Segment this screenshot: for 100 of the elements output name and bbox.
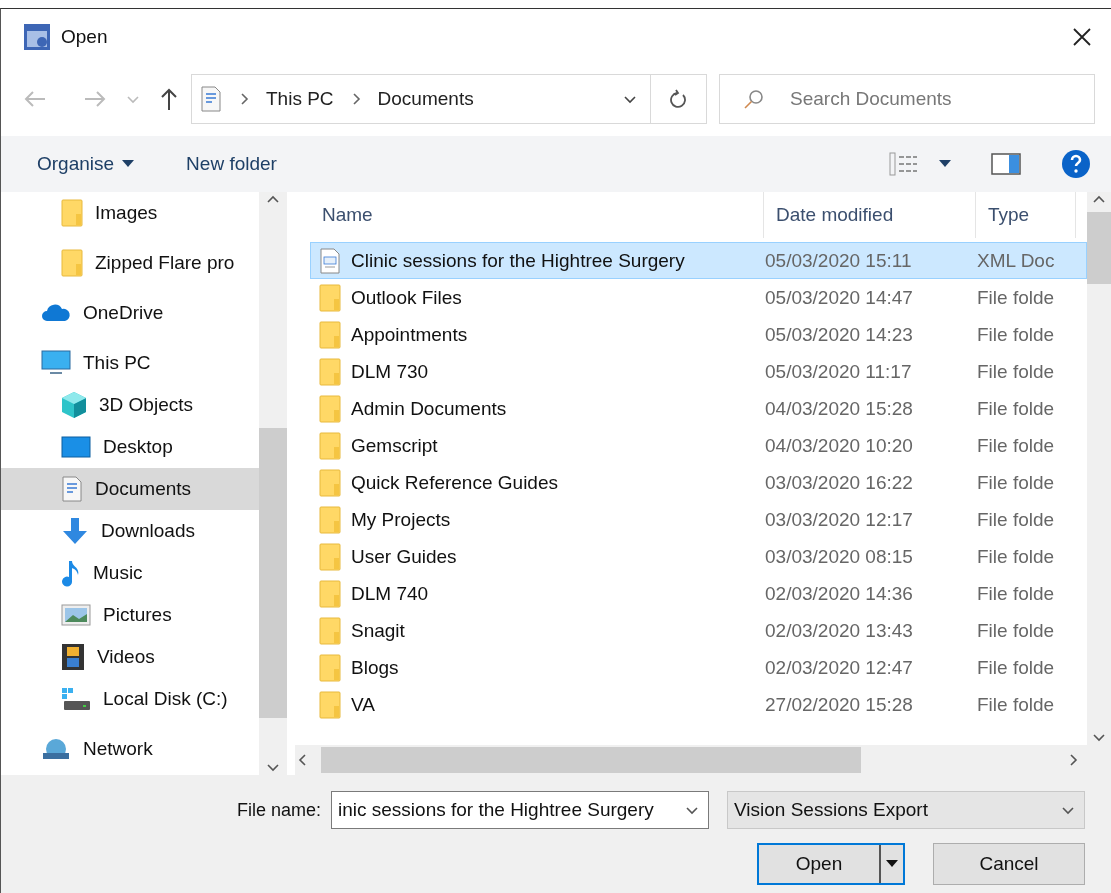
- folder-icon: [319, 283, 341, 312]
- network-icon: [41, 737, 71, 761]
- date-cell-text: 05/03/2020 14:47: [764, 286, 914, 309]
- folder-icon: [319, 431, 341, 460]
- sidebar-item[interactable]: OneDrive: [1, 292, 259, 334]
- sidebar-item[interactable]: This PC: [1, 342, 259, 384]
- dropdown-triangle-icon: [122, 160, 135, 168]
- monitor-icon: [41, 350, 71, 376]
- type-cell-text: File folde: [976, 545, 1056, 568]
- file-row[interactable]: Snagit 02/03/2020 13:43 File folde: [310, 612, 1087, 649]
- file-row[interactable]: DLM 740 02/03/2020 14:36 File folde: [310, 575, 1087, 612]
- preview-pane-button[interactable]: [991, 153, 1021, 175]
- file-name-cell: Admin Documents: [311, 394, 757, 423]
- up-button[interactable]: [159, 87, 179, 111]
- folder-icon: [319, 579, 341, 608]
- type-cell-text: File folde: [976, 619, 1056, 642]
- folder-icon: [61, 199, 83, 227]
- folder-icon: [319, 542, 341, 571]
- file-row[interactable]: Clinic sessions for the Hightree Surgery 05/03/2020 15:11 XML Doc: [310, 242, 1087, 279]
- help-icon: [1061, 149, 1091, 179]
- sidebar-item[interactable]: Downloads: [1, 510, 259, 552]
- sidebar-item[interactable]: Videos: [1, 636, 259, 678]
- file-name-cell: VA: [311, 690, 757, 719]
- organise-menu-button[interactable]: Organise: [31, 149, 141, 179]
- sidebar-item[interactable]: Music: [1, 552, 259, 594]
- file-row[interactable]: Blogs 02/03/2020 12:47 File folde: [310, 649, 1087, 686]
- search-field[interactable]: Search Documents: [719, 74, 1095, 124]
- sidebar-item[interactable]: Network: [1, 728, 259, 770]
- app-icon: [23, 22, 51, 51]
- download-arrow-icon: [61, 517, 89, 545]
- file-row[interactable]: My Projects 03/03/2020 12:17 File folde: [310, 501, 1087, 538]
- details-view-icon: [889, 152, 919, 176]
- file-row[interactable]: Appointments 05/03/2020 14:23 File folde: [310, 316, 1087, 353]
- folder-icon: [319, 320, 341, 349]
- cancel-button[interactable]: Cancel: [933, 843, 1085, 885]
- file-name-cell: Gemscript: [311, 431, 757, 460]
- date-cell-text: 04/03/2020 10:20: [764, 434, 914, 457]
- sidebar-item[interactable]: Zipped Flare pro: [1, 242, 259, 284]
- file-row[interactable]: Gemscript 04/03/2020 10:20 File folde: [310, 427, 1087, 464]
- cloud-icon: [41, 303, 71, 323]
- file-row[interactable]: DLM 730 05/03/2020 11:17 File folde: [310, 353, 1087, 390]
- music-note-icon: [61, 559, 81, 587]
- file-type-dropdown[interactable]: Vision Sessions Export: [727, 791, 1085, 829]
- folder-icon: [319, 505, 341, 534]
- drive-icon: [61, 687, 91, 711]
- date-cell-text: 05/03/2020 14:23: [764, 323, 914, 346]
- address-bar[interactable]: This PC Documents: [191, 74, 707, 124]
- date-cell-text: 03/03/2020 12:17: [764, 508, 914, 531]
- file-name-cell: User Guides: [311, 542, 757, 571]
- up-arrow-icon: [159, 87, 179, 111]
- sidebar-item[interactable]: Images: [1, 192, 259, 234]
- cube-icon: [61, 391, 87, 419]
- help-button[interactable]: [1061, 149, 1091, 179]
- sidebar-item[interactable]: Desktop: [1, 426, 259, 468]
- preview-pane-icon: [991, 153, 1021, 175]
- open-button[interactable]: Open: [757, 843, 905, 885]
- type-cell-text: File folde: [976, 286, 1056, 309]
- file-row[interactable]: Quick Reference Guides 03/03/2020 16:22 File folde: [310, 464, 1087, 501]
- file-row[interactable]: Outlook Files 05/03/2020 14:47 File folde: [310, 279, 1087, 316]
- file-row[interactable]: VA 27/02/2020 15:28 File folde: [310, 686, 1087, 723]
- file-name-field[interactable]: inic sessions for the Hightree Surgery: [331, 791, 709, 829]
- type-cell-text: File folde: [976, 508, 1056, 531]
- new-folder-button[interactable]: New folder: [180, 149, 283, 179]
- horizontal-scrollbar[interactable]: [295, 745, 1111, 775]
- sidebar-item[interactable]: Pictures: [1, 594, 259, 636]
- file-list-scrollbar[interactable]: [1087, 192, 1111, 745]
- file-row[interactable]: Admin Documents 04/03/2020 15:28 File folde: [310, 390, 1087, 427]
- sidebar-item[interactable]: 3D Objects: [1, 384, 259, 426]
- pictures-icon: [61, 604, 91, 626]
- file-row[interactable]: User Guides 03/03/2020 08:15 File folde: [310, 538, 1087, 575]
- column-header[interactable]: Name: [310, 192, 764, 238]
- type-cell-text: File folde: [976, 471, 1056, 494]
- folder-icon: [319, 468, 341, 497]
- document-icon: [200, 86, 222, 112]
- date-cell-text: 27/02/2020 15:28: [764, 693, 914, 716]
- sidebar-item[interactable]: Local Disk (C:): [1, 678, 259, 720]
- type-cell-text: File folde: [976, 397, 1056, 420]
- column-header[interactable]: Type: [976, 192, 1076, 238]
- document-icon: [61, 476, 83, 502]
- file-name-cell: Outlook Files: [311, 283, 757, 312]
- sidebar-item[interactable]: Documents: [1, 468, 259, 510]
- date-cell-text: 04/03/2020 15:28: [764, 397, 914, 420]
- scrollbar-thumb[interactable]: [321, 747, 861, 773]
- folder-icon: [319, 690, 341, 719]
- breadcrumb[interactable]: This PC: [266, 88, 334, 110]
- sidebar-scrollbar[interactable]: [259, 192, 287, 775]
- desktop-icon: [61, 436, 91, 458]
- file-name-cell: Snagit: [311, 616, 757, 645]
- file-name-cell: DLM 730: [311, 357, 757, 386]
- scrollbar-thumb[interactable]: [1087, 212, 1111, 284]
- column-header[interactable]: Date modified: [764, 192, 976, 238]
- file-name-cell: My Projects: [311, 505, 757, 534]
- scrollbar-thumb[interactable]: [259, 428, 287, 718]
- window-title: Open: [61, 25, 109, 48]
- file-name-cell: Clinic sessions for the Hightree Surgery: [311, 247, 757, 274]
- file-name-cell: Quick Reference Guides: [311, 468, 757, 497]
- view-options-button[interactable]: [889, 152, 951, 176]
- file-name-label: File name:: [236, 799, 321, 821]
- file-name-cell: DLM 740: [311, 579, 757, 608]
- breadcrumb[interactable]: Documents: [377, 88, 474, 110]
